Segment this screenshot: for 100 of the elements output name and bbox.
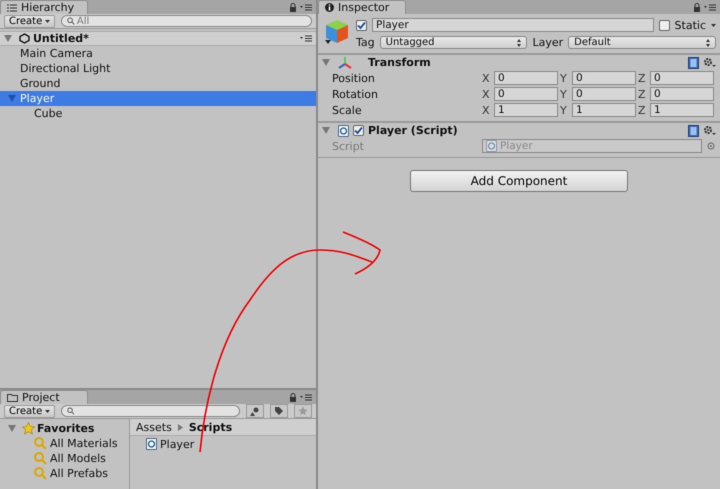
layer-dropdown[interactable]: Default	[568, 36, 716, 49]
enabled-checkbox[interactable]	[353, 125, 364, 136]
caret-icon	[45, 410, 50, 412]
favorites-item[interactable]: Favorites	[0, 421, 129, 436]
saved-search-icon	[33, 467, 47, 480]
saved-search-icon	[33, 437, 47, 450]
hierarchy-item[interactable]: Player	[0, 91, 316, 106]
menu-icon[interactable]	[704, 4, 716, 10]
help-book-icon[interactable]	[688, 124, 699, 136]
cube-icon	[324, 18, 350, 46]
search-input[interactable]: All	[76, 16, 306, 26]
axis-label: X	[482, 104, 491, 116]
number-field[interactable]: 0	[650, 71, 714, 85]
component-title: Player (Script)	[368, 124, 459, 137]
favorite-search-item[interactable]: All Materials	[0, 436, 129, 451]
tag-icon	[274, 406, 284, 416]
unity-logo-icon	[19, 33, 30, 44]
breadcrumb-item[interactable]: Assets	[136, 420, 172, 434]
axis-label: X	[482, 72, 491, 84]
script-file-icon	[146, 438, 157, 450]
axes-icon	[338, 56, 352, 68]
help-book-icon[interactable]	[688, 56, 699, 68]
axis-label: Y	[560, 88, 568, 100]
caret-icon	[45, 20, 50, 22]
menu-icon[interactable]	[300, 35, 312, 42]
menu-icon[interactable]	[300, 394, 312, 400]
property-label: Scale	[332, 104, 363, 116]
expand-arrow-icon[interactable]	[8, 425, 16, 432]
axis-label: Y	[560, 104, 568, 116]
star-icon	[22, 422, 35, 435]
number-field[interactable]: 1	[650, 103, 714, 117]
list-icon	[7, 4, 17, 12]
axis-label: Z	[638, 72, 647, 84]
up-down-arrows-icon	[706, 38, 710, 46]
property-label: Position	[332, 72, 376, 84]
number-field[interactable]: 1	[494, 103, 558, 117]
project-tab[interactable]: Project	[0, 390, 88, 404]
tab-label: Inspector	[338, 1, 390, 14]
label-tag-button[interactable]	[270, 404, 288, 418]
settings-icon[interactable]	[703, 57, 716, 68]
settings-icon[interactable]	[703, 125, 716, 136]
number-field[interactable]: 1	[572, 103, 636, 117]
property-label: Script	[332, 140, 365, 152]
tab-label: Project	[22, 391, 60, 404]
script-field: Player	[482, 139, 702, 153]
object-name-field[interactable]: Player	[372, 18, 654, 32]
layer-label: Layer	[532, 36, 564, 49]
caret-icon	[711, 24, 716, 26]
active-checkbox[interactable]	[356, 20, 367, 30]
filter-type-button[interactable]	[246, 404, 264, 418]
lock-icon[interactable]	[289, 392, 297, 402]
hierarchy-tab[interactable]: Hierarchy	[0, 0, 88, 14]
tag-label: Tag	[356, 36, 375, 49]
saved-search-icon	[33, 452, 47, 465]
search-field[interactable]	[61, 405, 240, 417]
script-file-icon	[338, 124, 349, 136]
lock-icon[interactable]	[693, 2, 701, 12]
breadcrumb-arrow-icon	[178, 424, 183, 430]
component-title: Transform	[367, 56, 432, 69]
number-field[interactable]: 0	[572, 71, 636, 85]
search-icon	[67, 407, 75, 415]
search-icon	[67, 17, 75, 25]
create-dropdown[interactable]: Create	[4, 14, 56, 28]
expand-arrow-icon[interactable]	[4, 35, 12, 42]
expand-arrow-icon[interactable]	[322, 59, 330, 66]
menu-icon[interactable]	[300, 4, 312, 10]
add-component-button[interactable]: Add Component	[410, 170, 628, 192]
info-icon	[325, 3, 334, 12]
folder-icon	[7, 393, 18, 402]
axis-label: Z	[638, 104, 647, 116]
tag-dropdown[interactable]: Untagged	[380, 36, 528, 49]
static-label: Static	[674, 18, 706, 32]
inspector-tab[interactable]: Inspector	[318, 0, 406, 14]
hierarchy-item[interactable]: Main Camera	[0, 46, 316, 61]
axis-label: Z	[638, 88, 647, 100]
asset-item[interactable]: Player	[130, 436, 316, 452]
number-field[interactable]: 0	[650, 87, 714, 101]
number-field[interactable]: 0	[572, 87, 636, 101]
script-file-icon	[486, 140, 497, 152]
number-field[interactable]: 0	[494, 87, 558, 101]
property-label: Rotation	[332, 88, 380, 100]
hierarchy-item[interactable]: Directional Light	[0, 61, 316, 76]
create-dropdown[interactable]: Create	[4, 404, 56, 418]
object-picker-icon[interactable]	[707, 142, 715, 150]
static-checkbox[interactable]	[658, 20, 670, 30]
number-field[interactable]: 0	[494, 71, 558, 85]
lock-icon[interactable]	[289, 2, 297, 12]
expand-arrow-icon[interactable]	[322, 127, 330, 134]
axis-label: Y	[560, 72, 568, 84]
scene-name: Untitled*	[33, 32, 90, 45]
favorite-search-item[interactable]: All Prefabs	[0, 466, 129, 481]
star-icon	[298, 406, 308, 416]
shapes-icon	[250, 406, 260, 416]
star-button[interactable]	[294, 404, 312, 418]
axis-label: X	[482, 88, 491, 100]
favorite-search-item[interactable]: All Models	[0, 451, 129, 466]
hierarchy-item[interactable]: Ground	[0, 76, 316, 91]
tab-label: Hierarchy	[21, 1, 74, 14]
search-field[interactable]: All	[61, 15, 312, 27]
hierarchy-item[interactable]: Cube	[0, 106, 316, 121]
